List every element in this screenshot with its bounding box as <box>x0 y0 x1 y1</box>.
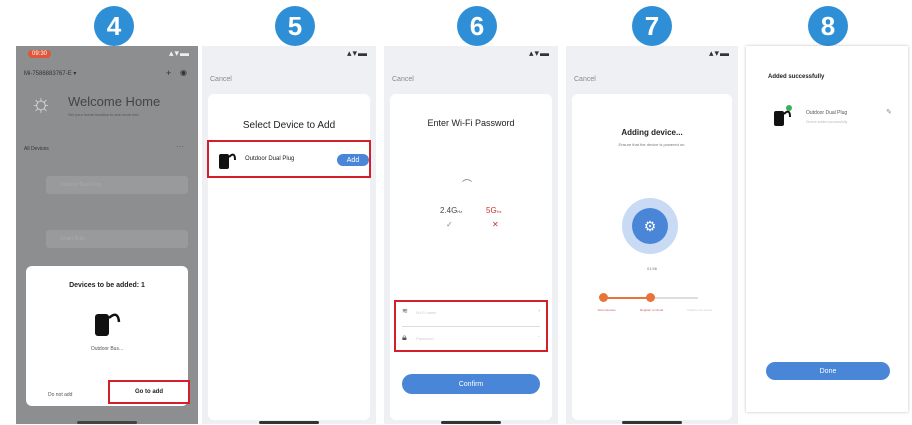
modal-title: Devices to be added: 1 <box>69 282 145 289</box>
step-badge-4: 4 <box>94 6 134 46</box>
more-icon[interactable]: ··· <box>176 142 184 151</box>
router-icon: ⌒ <box>462 180 472 191</box>
adding-subtitle: Ensure that the device is powered on. <box>618 142 686 147</box>
step-badge-5: 5 <box>275 6 315 46</box>
home-indicator <box>622 421 682 424</box>
status-icons: ▴▾▬ <box>708 48 730 58</box>
device-row-1[interactable]: Outdoor Dual Plug <box>46 176 188 194</box>
wifi-icon: ≋ <box>402 308 408 315</box>
spinner-core: ⚙ <box>632 208 668 244</box>
home-indicator <box>77 421 137 424</box>
progress-dot-2 <box>646 293 655 302</box>
spinner-ring: ⚙ <box>622 198 678 254</box>
wifi-title: Enter Wi-Fi Password <box>427 118 515 128</box>
plug-icon <box>219 153 236 169</box>
ssid-input[interactable]: Wi-Fi name <box>416 310 436 315</box>
plug-icon <box>95 313 121 336</box>
timer: 01:56 <box>646 266 657 271</box>
all-devices-tab[interactable]: All Devices <box>24 146 49 152</box>
screen-adding-device: ▴▾▬ Cancel Adding device... Ensure that … <box>566 46 738 424</box>
confirm-button[interactable]: Confirm <box>402 374 540 394</box>
step-badge-7: 7 <box>632 6 672 46</box>
screen-added-successfully: Added successfully Outdoor Dual Plug Dev… <box>746 46 908 412</box>
select-title: Select Device to Add <box>242 120 336 131</box>
go-to-add-highlight: Go to add <box>108 380 190 404</box>
add-button[interactable]: Add <box>337 154 369 166</box>
adding-card: Adding device... Ensure that the device … <box>572 94 732 420</box>
cross-icon: ✕ <box>492 220 499 229</box>
status-time: 09:30 <box>28 50 52 58</box>
cancel-link[interactable]: Cancel <box>392 76 414 83</box>
do-not-add-button[interactable]: Do not add <box>48 392 72 398</box>
add-icon[interactable]: + <box>166 68 171 78</box>
divider <box>402 326 540 327</box>
step-2-label: Register to Cloud. <box>639 308 664 312</box>
edit-icon[interactable]: ✎ <box>886 108 892 116</box>
menu-icon[interactable]: ◉ <box>180 68 187 77</box>
progress-dot-1 <box>599 293 608 302</box>
credentials-highlight: ≋ Wi-Fi name › 🔒︎ Password ◦ <box>394 300 548 352</box>
status-icons: ▴▾▬ <box>168 48 190 58</box>
device-row-highlight: Outdoor Dual Plug Add <box>207 140 371 178</box>
cancel-link[interactable]: Cancel <box>574 76 596 83</box>
done-button[interactable]: Done <box>766 362 890 380</box>
screen-wifi-password: ▴▾▬ Cancel Enter Wi-Fi Password ⌒ 2.4GHz… <box>384 46 558 424</box>
step-3-label: Initialize the device. <box>686 308 714 312</box>
password-input[interactable]: Password <box>416 336 434 341</box>
device-name: Outdoor Dual Plug <box>245 156 295 162</box>
progress-fill <box>602 297 650 299</box>
step-1-label: Scan devices. <box>597 308 617 312</box>
device-row-2[interactable]: Smart Bulb <box>46 230 188 248</box>
plug-icon <box>774 105 792 126</box>
welcome-title: Welcome Home <box>68 94 161 109</box>
band-5-label: 5GHz <box>486 206 502 215</box>
screen-devices-found: 09:30 ▴▾▬ Mi-7586883767-E ▾ + ◉ ☼ Welcom… <box>16 46 198 424</box>
band-24-label: 2.4GHz <box>440 206 463 215</box>
home-indicator <box>259 421 319 424</box>
welcome-subtitle: Set your home location to see more info <box>68 112 139 117</box>
adding-title: Adding device... <box>621 128 683 137</box>
success-title: Added successfully <box>768 74 825 80</box>
status-icons: ▴▾▬ <box>346 48 368 58</box>
home-indicator <box>441 421 501 424</box>
step-badge-6: 6 <box>457 6 497 46</box>
chevron-right-icon[interactable]: › <box>538 308 540 314</box>
wifi-card: Enter Wi-Fi Password ⌒ 2.4GHz 5GHz ✓ ✕ <box>390 94 552 420</box>
device-row-1-label: Outdoor Dual Plug <box>60 182 102 188</box>
lock-icon: 🔒︎ <box>402 332 407 342</box>
device-row-2-label: Smart Bulb <box>60 236 85 242</box>
device-subtitle: Device added successfully <box>806 120 848 124</box>
home-selector[interactable]: Mi-7586883767-E ▾ <box>24 70 76 77</box>
check-icon: ✓ <box>446 220 453 229</box>
go-to-add-button[interactable]: Go to add <box>110 389 188 395</box>
status-icons: ▴▾▬ <box>528 48 550 58</box>
sun-icon: ☼ <box>30 90 52 117</box>
eye-icon[interactable]: ◦ <box>538 334 540 340</box>
screen-select-device: ▴▾▬ Cancel Select Device to Add Outdoor … <box>202 46 376 424</box>
cancel-link[interactable]: Cancel <box>210 76 232 83</box>
device-label: Outdoor Bus... <box>90 346 124 352</box>
device-name: Outdoor Dual Plug <box>806 110 848 116</box>
step-badge-8: 8 <box>808 6 848 46</box>
gear-icon: ⚙ <box>643 217 657 234</box>
